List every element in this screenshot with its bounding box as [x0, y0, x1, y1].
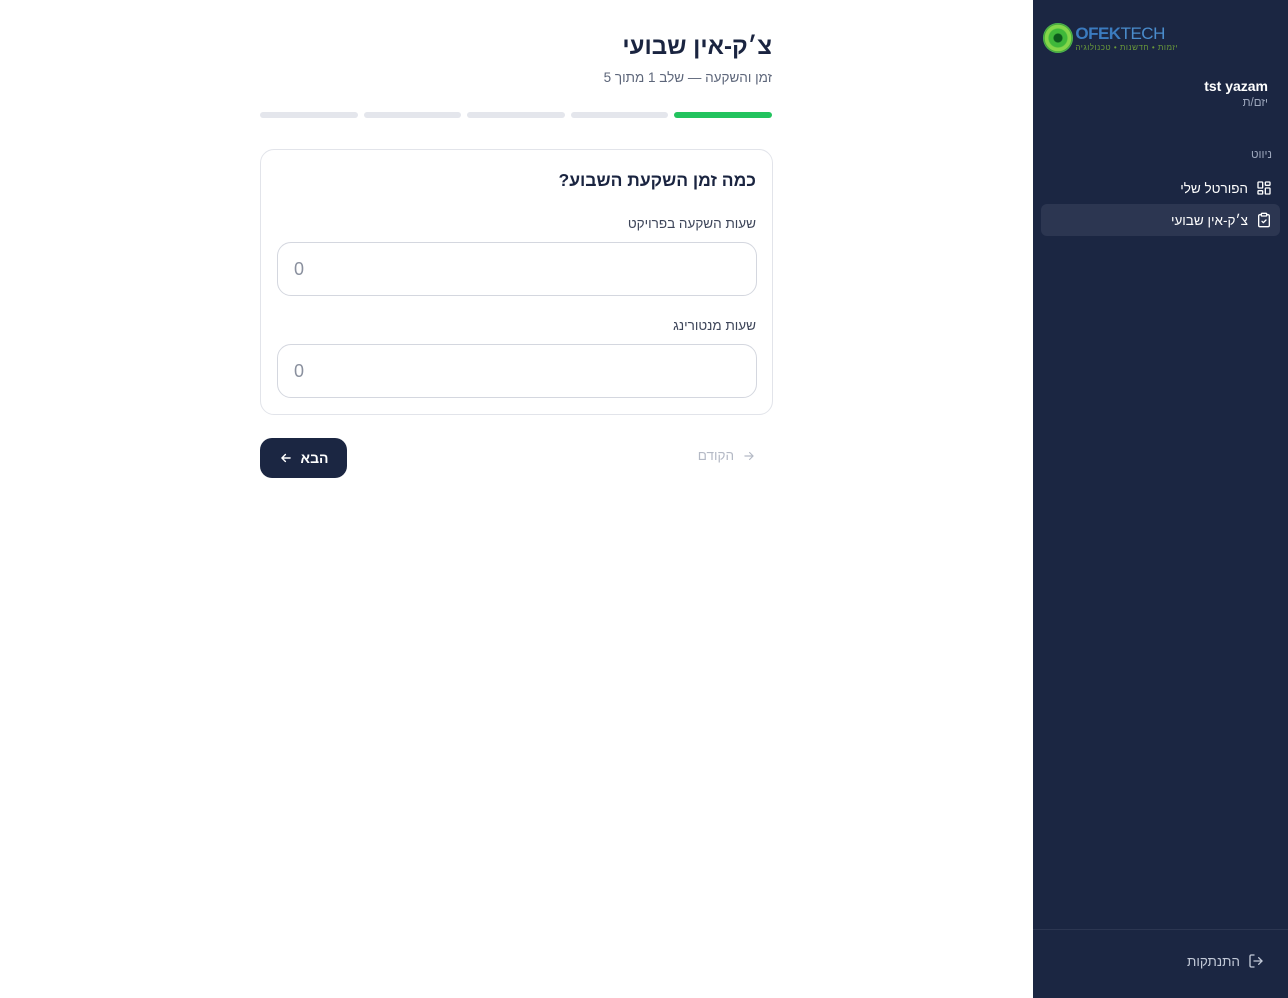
logo-word-main: OFEK: [1075, 23, 1121, 43]
progress-step-5: [260, 112, 358, 118]
arrow-right-icon: [744, 451, 754, 460]
sidebar-item-my-portal[interactable]: הפורטל שלי: [1041, 172, 1280, 204]
sidebar-item-label: הפורטל שלי: [1180, 180, 1248, 196]
nav-heading: ניווט: [1251, 149, 1272, 161]
progress-step-2: [570, 112, 669, 118]
card-question: כמה זמן השקעת השבוע?: [558, 170, 756, 190]
ofektech-logo[interactable]: OFEKTECH יזמות • חדשנות • טכנולוגיה: [1043, 23, 1178, 53]
logo-wordmark: OFEKTECH יזמות • חדשנות • טכנולוגיה: [1075, 25, 1178, 52]
previous-button-label: הקודם: [697, 448, 734, 463]
project-hours-label: שעות השקעה בפרויקט: [627, 216, 756, 231]
step-subtitle: זמן והשקעה — שלב 1 מתוך 5: [603, 70, 772, 85]
next-button[interactable]: הבא: [260, 438, 347, 478]
logout-button[interactable]: התנתקות: [1187, 953, 1264, 969]
arrow-left-icon: [280, 453, 291, 463]
logo-emblem-icon: [1043, 23, 1074, 53]
mentoring-hours-label: שעות מנטורינג: [673, 318, 756, 333]
next-button-label: הבא: [300, 450, 329, 466]
sidebar: OFEKTECH יזמות • חדשנות • טכנולוגיה tst …: [1033, 0, 1288, 998]
clipboard-check-icon: [1258, 212, 1270, 228]
time-investment-card: כמה זמן השקעת השבוע? שעות השקעה בפרויקט …: [260, 149, 773, 415]
logo-word-accent: TECH: [1120, 23, 1166, 43]
project-hours-input[interactable]: [277, 242, 757, 296]
sidebar-item-label: צ׳ק-אין שבועי: [1170, 212, 1248, 228]
previous-button[interactable]: הקודם: [698, 448, 756, 463]
sidebar-item-weekly-checkin[interactable]: צ׳ק-אין שבועי: [1041, 204, 1280, 236]
logo-tagline: יזמות • חדשנות • טכנולוגיה: [1075, 42, 1178, 52]
step-progress-bar: [260, 112, 772, 118]
user-role: יזם/ת: [1242, 97, 1268, 109]
logo-word: OFEKTECH: [1075, 25, 1178, 42]
app-root: צ׳ק-אין שבועי זמן והשקעה — שלב 1 מתוך 5 …: [0, 0, 1288, 998]
logout-icon: [1249, 954, 1263, 968]
logout-label: התנתקות: [1187, 953, 1240, 969]
user-name: tst yazam: [1204, 78, 1268, 94]
progress-step-1: [674, 112, 772, 118]
grid-icon: [1257, 181, 1271, 195]
progress-step-3: [467, 112, 565, 118]
progress-step-4: [363, 112, 462, 118]
mentoring-hours-input[interactable]: [277, 344, 757, 398]
sidebar-divider: [1033, 929, 1288, 930]
page-title: צ׳ק-אין שבועי: [622, 33, 772, 60]
